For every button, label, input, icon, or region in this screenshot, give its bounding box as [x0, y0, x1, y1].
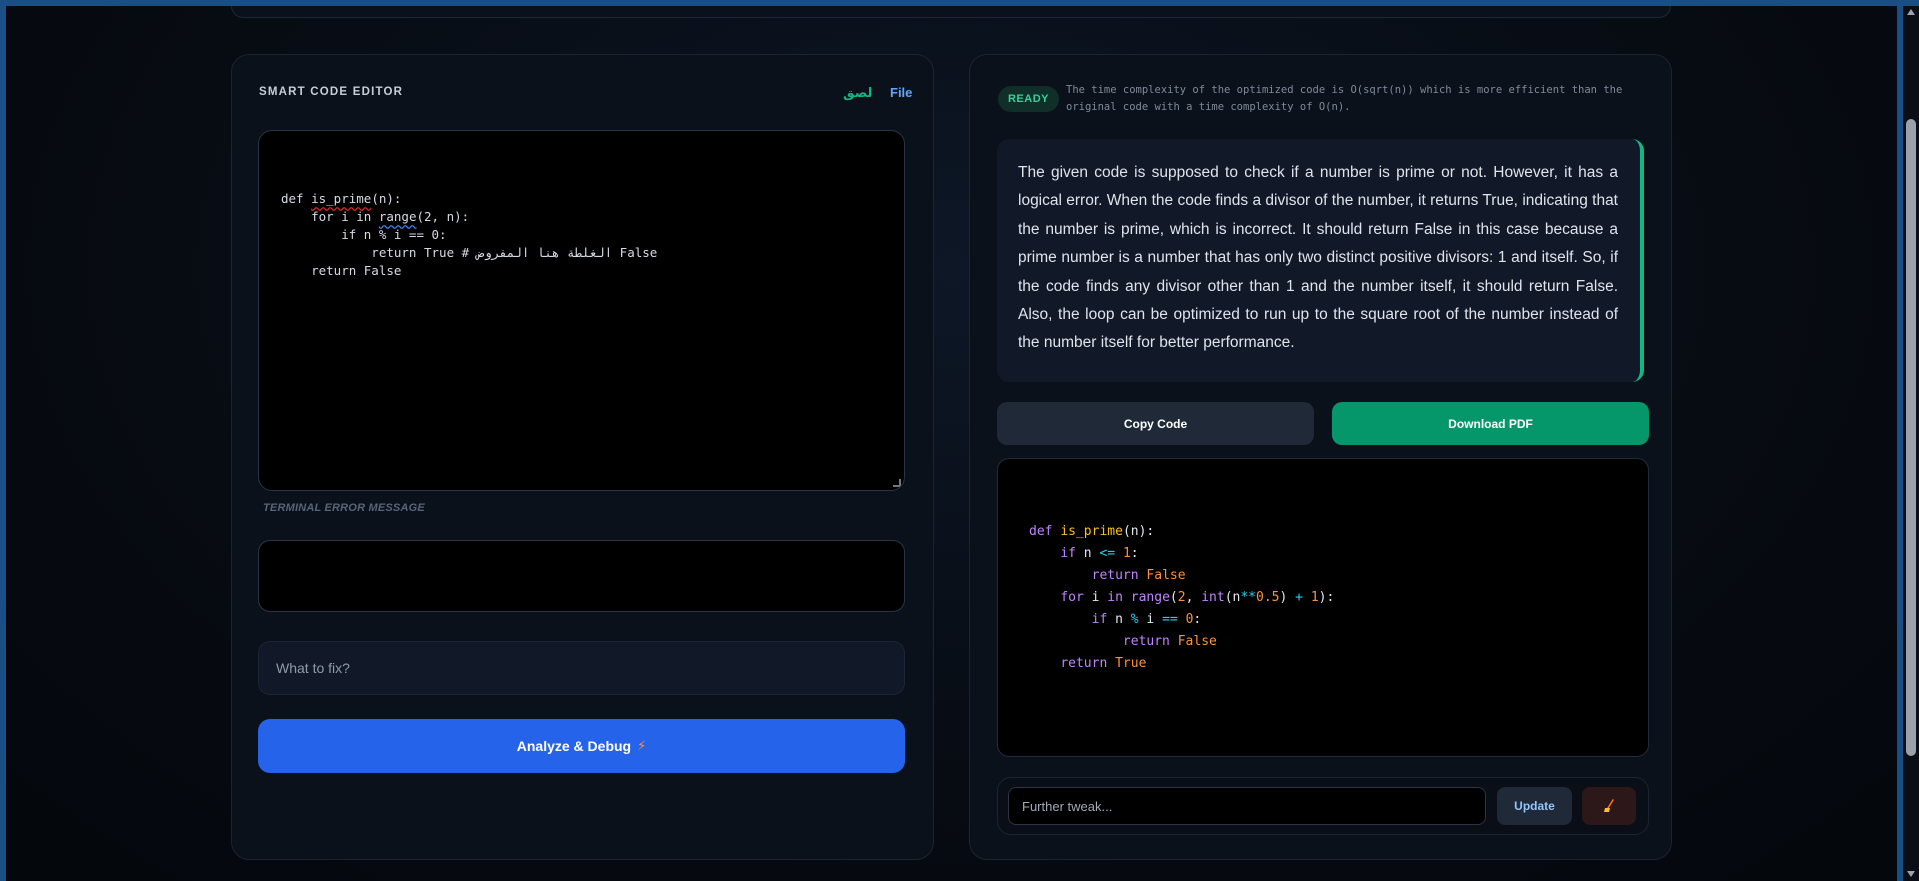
code-line: for i in range(2, n): — [281, 208, 882, 226]
output-code-token: (n): — [1122, 524, 1155, 539]
copy-code-button[interactable]: Copy Code — [997, 402, 1314, 445]
output-code-token: is_prime — [1060, 524, 1123, 539]
code-token: for i in — [281, 209, 379, 224]
output-code-token: <= — [1099, 546, 1116, 561]
code-token: (n): — [371, 191, 402, 206]
code-token: return True # الغلطة هنا المفروض False — [281, 245, 658, 260]
code-token: return False — [281, 263, 402, 278]
complexity-note: The time complexity of the optimized cod… — [1066, 84, 1623, 113]
paste-link[interactable]: لصق — [843, 85, 872, 101]
output-code-line: return False — [1029, 631, 1617, 653]
status-badge: READY — [998, 86, 1059, 112]
output-code-token: for — [1060, 590, 1092, 605]
code-token: (2, n): — [416, 209, 470, 224]
page-scrollbar[interactable] — [1903, 6, 1919, 881]
output-code-token: def — [1029, 524, 1061, 539]
update-button[interactable]: Update — [1497, 787, 1572, 825]
code-token: def — [281, 191, 312, 206]
analyze-debug-label: Analyze & Debug — [516, 738, 632, 754]
tweak-bar: Further tweak... Update — [997, 777, 1649, 835]
output-code-token: i — [1138, 612, 1163, 627]
code-token: range — [378, 209, 417, 224]
output-code-token — [1303, 590, 1311, 605]
output-code-line: return False — [1029, 565, 1617, 587]
output-code-token — [1029, 590, 1060, 605]
code-token: if n % i == 0: — [281, 227, 447, 242]
output-code-token: in — [1107, 590, 1131, 605]
output-code-token: ( — [1169, 590, 1178, 605]
broom-icon — [1604, 799, 1614, 812]
download-pdf-button[interactable]: Download PDF — [1332, 402, 1649, 445]
output-code-token: ** — [1240, 590, 1257, 605]
output-code-token — [1029, 634, 1123, 649]
output-code-token: 2 — [1177, 590, 1186, 605]
output-code-token: : — [1130, 546, 1139, 561]
output-code-token: ): — [1318, 590, 1335, 605]
output-code-token: n — [1115, 612, 1131, 627]
code-line: return True # الغلطة هنا المفروض False — [281, 244, 882, 262]
terminal-error-label: TERMINAL ERROR MESSAGE — [263, 502, 425, 514]
code-line: return False — [281, 262, 882, 280]
further-tweak-input[interactable]: Further tweak... — [1008, 787, 1486, 825]
output-code-token: : — [1193, 612, 1202, 627]
output-code-token: % — [1130, 612, 1139, 627]
output-code-token: i — [1091, 590, 1108, 605]
output-code-line: for i in range(2, int(n**0.5) + 1): — [1029, 587, 1617, 609]
output-code-line: def is_prime(n): — [1029, 521, 1617, 543]
code-token: is_prime — [311, 191, 372, 206]
output-code-token: if — [1091, 612, 1116, 627]
output-code-line: if n % i == 0: — [1029, 609, 1617, 631]
optimized-code-block: def is_prime(n): if n <= 1: return False… — [997, 458, 1649, 757]
editor-panel: SMART CODE EDITOR لصق File def is_prime(… — [231, 54, 934, 860]
output-code-token — [1029, 612, 1092, 627]
output-code-token — [1178, 612, 1186, 627]
clear-button[interactable] — [1582, 787, 1636, 825]
output-code-token — [1029, 568, 1092, 583]
output-code-token: if — [1060, 546, 1084, 561]
explanation-text: The given code is supposed to check if a… — [997, 139, 1644, 382]
output-code-token: , — [1185, 590, 1202, 605]
editor-title: SMART CODE EDITOR — [259, 86, 404, 98]
output-code-token — [1115, 546, 1123, 561]
output-code-token: False — [1146, 568, 1186, 583]
code-line: if n % i == 0: — [281, 226, 882, 244]
scroll-down-icon[interactable] — [1907, 871, 1915, 877]
file-link[interactable]: File — [890, 85, 912, 100]
result-panel: READY The time complexity of the optimiz… — [969, 54, 1672, 860]
output-code-token: 1 — [1310, 590, 1319, 605]
app-viewport: SMART CODE EDITOR لصق File def is_prime(… — [6, 6, 1897, 881]
output-code-token: range — [1130, 590, 1170, 605]
output-code-token — [1029, 656, 1060, 671]
output-code-token: n — [1083, 546, 1100, 561]
output-code-line: return True — [1029, 653, 1617, 675]
scroll-up-icon[interactable] — [1907, 9, 1915, 15]
output-code-line: if n <= 1: — [1029, 543, 1617, 565]
output-code-token: int — [1201, 590, 1225, 605]
output-code-token: return — [1091, 568, 1147, 583]
output-code-token — [1029, 546, 1060, 561]
scroll-thumb[interactable] — [1906, 119, 1916, 756]
terminal-error-input[interactable] — [258, 540, 905, 612]
analyze-debug-button[interactable]: Analyze & Debug ⚡ — [258, 719, 905, 773]
output-code-token: ) — [1279, 590, 1296, 605]
what-to-fix-input[interactable]: What to fix? — [258, 641, 905, 695]
output-code-token: + — [1295, 590, 1303, 605]
output-code-token: 0.5 — [1256, 590, 1280, 605]
bolt-icon: ⚡ — [637, 738, 647, 753]
output-code-token: True — [1115, 656, 1147, 671]
output-code-token: False — [1177, 634, 1217, 649]
code-line: def is_prime(n): — [281, 190, 882, 208]
output-code-token: == — [1162, 612, 1178, 627]
output-code-token: 1 — [1122, 546, 1131, 561]
output-code-token: return — [1060, 656, 1116, 671]
top-header-strip — [231, 6, 1671, 18]
output-code-token: return — [1122, 634, 1178, 649]
code-editor-textarea[interactable]: def is_prime(n): for i in range(2, n): i… — [258, 130, 905, 491]
resize-grip-icon[interactable] — [893, 479, 901, 487]
output-code-token: (n — [1224, 590, 1241, 605]
